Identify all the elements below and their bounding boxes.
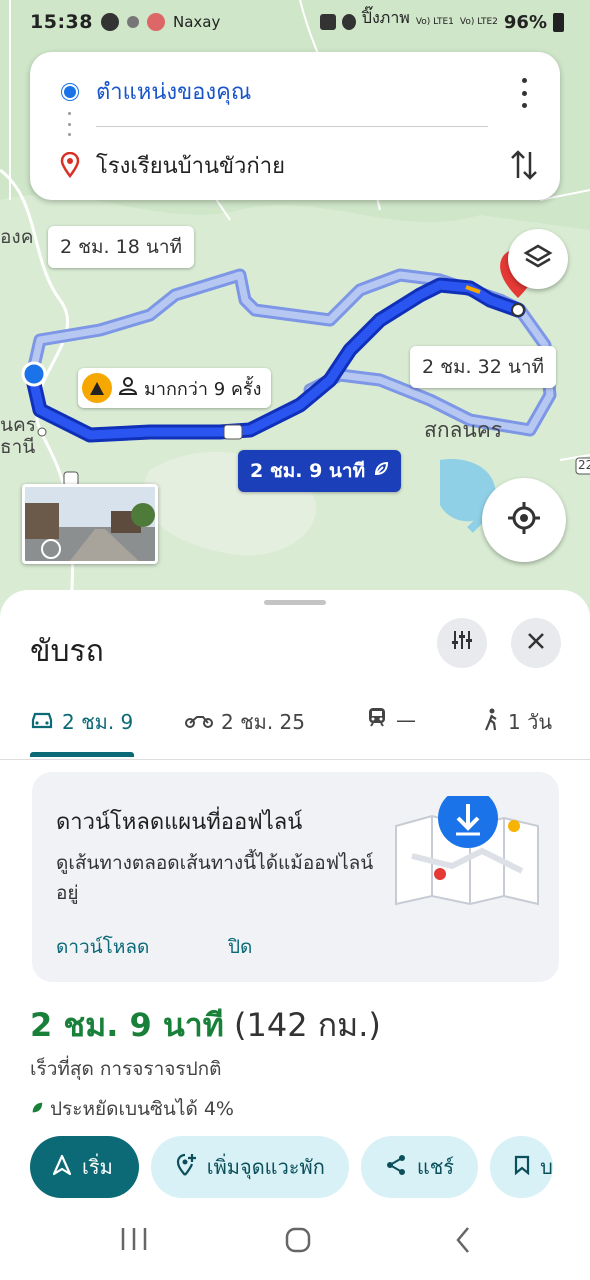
battery-icon bbox=[553, 12, 564, 32]
download-link[interactable]: ดาวน์โหลด bbox=[56, 932, 149, 962]
add-stop-button[interactable]: เพิ่มจุดแวะพัก bbox=[150, 1136, 349, 1198]
travel-mode-title: ขับรถ bbox=[30, 634, 104, 669]
dismiss-link[interactable]: ปิด bbox=[228, 932, 252, 962]
status-time: 15:38 bbox=[30, 11, 93, 33]
app-avatar-icon bbox=[146, 13, 165, 31]
eco-savings: ประหยัดเบนซินได้ 4% bbox=[30, 1094, 234, 1124]
road-work-icon bbox=[82, 373, 112, 403]
origin-field[interactable]: ตำแหน่งของคุณ bbox=[96, 74, 251, 109]
recent-apps-button[interactable] bbox=[120, 1226, 148, 1256]
motorbike-icon bbox=[185, 710, 213, 734]
route-duration: 2 ชม. 9 นาที bbox=[30, 1006, 224, 1044]
street-view-thumbnail[interactable] bbox=[22, 484, 158, 564]
close-button[interactable] bbox=[511, 618, 561, 668]
alt-route-time-tag[interactable]: 2 ชม. 18 นาที bbox=[48, 226, 195, 268]
train-icon bbox=[366, 706, 388, 733]
system-nav-bar bbox=[0, 1208, 590, 1280]
share-button[interactable]: แชร์ bbox=[360, 1136, 479, 1198]
status-bar: 15:38 Naxay ปิ๊งภาพ Vo) LTE1 Vo) LTE2 96… bbox=[0, 0, 590, 44]
alt-route-time-tag[interactable]: 2 ชม. 32 นาที bbox=[410, 346, 557, 388]
drag-handle[interactable] bbox=[264, 600, 326, 605]
share-label: แชร์ bbox=[416, 1155, 455, 1179]
offline-title: ดาวน์โหลดแผนที่ออฟไลน์ bbox=[56, 810, 303, 835]
main-route-time-tag[interactable]: 2 ชม. 9 นาที bbox=[238, 450, 402, 492]
active-tab-indicator bbox=[30, 752, 134, 757]
tab-walk-label: 1 วัน bbox=[508, 710, 552, 734]
tab-motorbike-label: 2 ชม. 25 bbox=[221, 710, 306, 734]
share-icon bbox=[385, 1154, 407, 1181]
action-buttons: เริ่ม เพิ่มจุดแวะพัก แชร์ บ bbox=[30, 1136, 553, 1198]
route-distance: (142 กม.) bbox=[234, 1006, 381, 1044]
layers-icon bbox=[523, 242, 553, 276]
status-lte1: Vo) LTE1 bbox=[415, 17, 454, 27]
bookmark-icon bbox=[514, 1155, 530, 1180]
offline-map-illustration bbox=[392, 788, 542, 920]
back-button[interactable] bbox=[454, 1226, 472, 1258]
home-icon bbox=[285, 1227, 311, 1253]
tab-drive[interactable]: 2 ชม. 9 bbox=[30, 706, 133, 738]
person-icon bbox=[118, 376, 138, 401]
add-stop-label: เพิ่มจุดแวะพัก bbox=[206, 1155, 325, 1179]
eco-leaf-icon bbox=[373, 460, 389, 482]
road-number: 22 bbox=[578, 458, 590, 472]
my-location-button[interactable] bbox=[482, 478, 566, 562]
tab-motorbike[interactable]: 2 ชม. 25 bbox=[185, 706, 305, 738]
route-detail: เร็วที่สุด การจราจรปกติ bbox=[30, 1058, 222, 1080]
street-view-image bbox=[25, 487, 155, 561]
destination-pin-icon bbox=[60, 151, 80, 182]
eco-leaf-icon bbox=[30, 1098, 44, 1120]
tab-transit[interactable]: — bbox=[366, 706, 416, 733]
traffic-report-chip[interactable]: มากกว่า 9 ครั้ง bbox=[78, 368, 272, 408]
start-button[interactable]: เริ่ม bbox=[30, 1136, 139, 1198]
map-label-sakon: สกลนคร bbox=[424, 418, 503, 442]
tab-transit-label: — bbox=[396, 707, 416, 732]
home-button[interactable] bbox=[284, 1226, 312, 1258]
walk-icon bbox=[482, 708, 500, 737]
map-label-place: องค bbox=[0, 226, 34, 248]
route-divider bbox=[96, 126, 488, 127]
location-icon bbox=[341, 14, 356, 30]
tab-walk[interactable]: 1 วัน bbox=[482, 706, 552, 738]
report-count: มากกว่า 9 ครั้ง bbox=[144, 378, 262, 400]
layers-button[interactable] bbox=[508, 229, 568, 289]
route-summary: 2 ชม. 9 นาที (142 กม.) bbox=[30, 1000, 381, 1051]
travel-mode-tabs: 2 ชม. 9 2 ชม. 25 — 1 วัน bbox=[0, 694, 590, 760]
crosshair-icon bbox=[506, 500, 542, 540]
route-options-button[interactable] bbox=[437, 618, 487, 668]
line-app-icon bbox=[100, 13, 119, 31]
eco-savings-text: ประหยัดเบนซินได้ 4% bbox=[50, 1098, 234, 1120]
notification-icon bbox=[126, 16, 139, 28]
status-lte2: Vo) LTE2 bbox=[459, 17, 498, 27]
battery-level: 96% bbox=[503, 11, 547, 33]
save-button[interactable]: บ bbox=[490, 1136, 553, 1198]
main-route-time: 2 ชม. 9 นาที bbox=[250, 460, 366, 482]
tab-drive-label: 2 ชม. 9 bbox=[62, 710, 134, 734]
offline-description: ดูเส้นทางตลอดเส้นทางนี้ได้แม้ออฟไลน์อยู่ bbox=[56, 852, 374, 904]
route-search-card: ตำแหน่งของคุณ โรงเรียนบ้านขัวก่าย bbox=[30, 52, 560, 200]
navigation-arrow-icon bbox=[52, 1154, 72, 1181]
more-options-icon[interactable] bbox=[514, 78, 534, 108]
route-connector-icon bbox=[66, 112, 72, 136]
mute-icon bbox=[319, 14, 336, 30]
offline-maps-card: ดาวน์โหลดแผนที่ออฟไลน์ ดูเส้นทางตลอดเส้น… bbox=[32, 772, 559, 982]
recent-apps-icon bbox=[121, 1228, 147, 1250]
swap-icon[interactable] bbox=[510, 148, 538, 186]
destination-field[interactable]: โรงเรียนบ้านขัวก่าย bbox=[96, 148, 285, 183]
back-icon bbox=[456, 1227, 469, 1253]
directions-sheet: ขับรถ 2 ชม. 9 2 ชม. 25 — 1 วัน ดาวน์โหลด… bbox=[0, 590, 590, 1280]
status-carrier: Naxay bbox=[172, 13, 221, 31]
save-label: บ bbox=[540, 1155, 553, 1179]
origin-dot-icon bbox=[62, 84, 78, 100]
start-label: เริ่ม bbox=[82, 1155, 113, 1179]
tune-icon bbox=[450, 628, 474, 659]
car-icon bbox=[30, 710, 54, 735]
add-location-icon bbox=[175, 1153, 197, 1182]
status-network-text: ปิ๊งภาพ bbox=[361, 7, 410, 27]
close-icon bbox=[526, 628, 546, 658]
map-label-place: ธานี bbox=[0, 436, 36, 458]
